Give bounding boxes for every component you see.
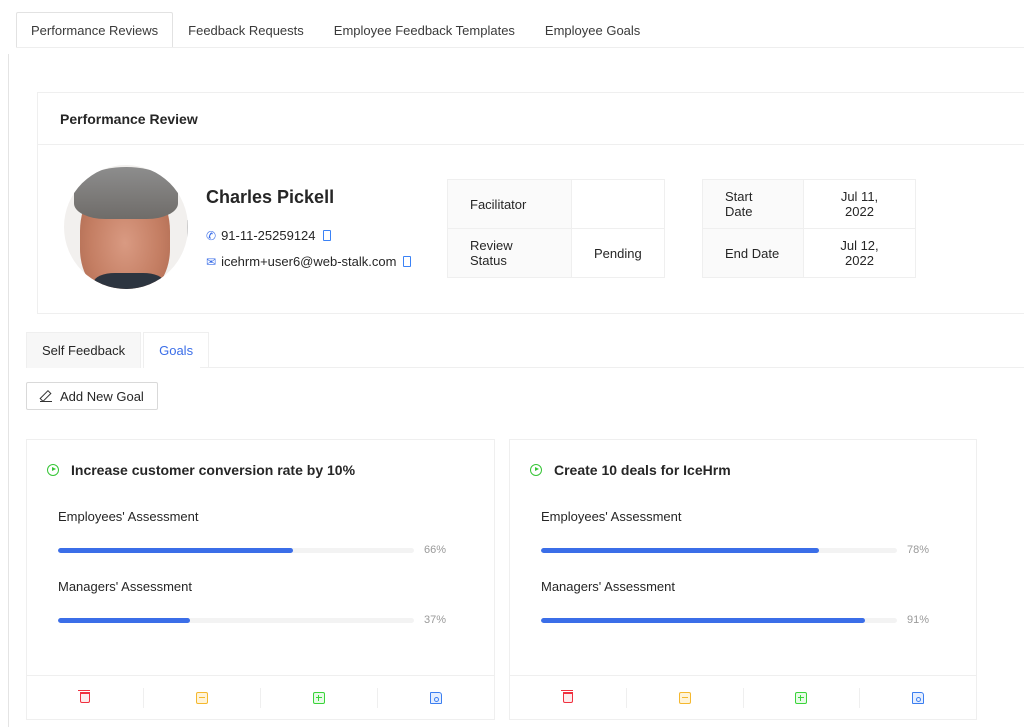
save-goal-button[interactable] — [377, 687, 494, 708]
save-icon — [912, 691, 925, 704]
goal-actions — [510, 675, 976, 719]
phone-icon: ✆ — [206, 228, 217, 243]
inner-tab-divider — [200, 367, 1024, 368]
avatar-hair — [74, 167, 178, 219]
employee-assessment-progress: 78% — [541, 544, 929, 556]
review-tabs: Self Feedback Goals — [26, 332, 211, 368]
plus-square-icon — [313, 691, 325, 704]
increase-button[interactable] — [260, 687, 377, 708]
progress-track — [58, 547, 414, 553]
manager-assessment-progress: 37% — [58, 614, 446, 626]
tab-goals[interactable]: Goals — [143, 332, 210, 368]
edit-icon — [40, 390, 52, 402]
save-goal-button[interactable] — [859, 687, 976, 708]
content-border — [8, 54, 9, 727]
delete-icon — [78, 690, 90, 703]
delete-icon — [560, 690, 573, 703]
goal-title: Create 10 deals for IceHrm — [554, 462, 731, 478]
top-tabs: Performance Reviews Feedback Requests Em… — [16, 12, 655, 48]
progress-fill — [58, 547, 293, 553]
delete-goal-button[interactable] — [510, 688, 626, 708]
goal-status-icon — [47, 464, 59, 476]
progress-fill — [541, 547, 819, 553]
start-date-value: Jul 11, 2022 — [803, 179, 916, 229]
manager-assessment-label: Managers' Assessment — [541, 579, 675, 594]
add-new-goal-label: Add New Goal — [60, 388, 144, 404]
decrease-button[interactable] — [625, 687, 743, 708]
increase-button[interactable] — [742, 687, 860, 708]
start-date-label: Start Date — [702, 179, 804, 229]
tab-self-feedback[interactable]: Self Feedback — [26, 332, 142, 368]
goal-card: Increase customer conversion rate by 10%… — [26, 439, 495, 720]
goal-card: Create 10 deals for IceHrm Employees' As… — [509, 439, 977, 720]
employee-assessment-label: Employees' Assessment — [58, 509, 199, 524]
end-date-value: Jul 12, 2022 — [803, 228, 916, 278]
goal-title-row: Create 10 deals for IceHrm — [530, 462, 731, 478]
avatar-divider — [187, 220, 188, 244]
tab-employee-feedback-templates[interactable]: Employee Feedback Templates — [319, 12, 530, 48]
avatar-shirt — [94, 273, 164, 289]
minus-square-icon — [678, 691, 691, 704]
review-status-label: Review Status — [447, 228, 572, 278]
copy-phone-icon[interactable] — [322, 230, 331, 241]
progress-fill — [58, 617, 190, 623]
goal-title-row: Increase customer conversion rate by 10% — [47, 462, 355, 478]
progress-percent: 91% — [907, 614, 930, 626]
facilitator-label: Facilitator — [447, 179, 572, 229]
manager-assessment-label: Managers' Assessment — [58, 579, 192, 594]
save-icon — [430, 691, 442, 704]
performance-review-card: Performance Review Charles Pickell ✆ 91-… — [37, 92, 1024, 314]
decrease-button[interactable] — [143, 687, 260, 708]
goal-actions — [27, 675, 494, 719]
review-status-value: Pending — [571, 228, 665, 278]
mail-icon: ✉ — [206, 254, 217, 269]
review-dates-table: Start Date Jul 11, 2022 End Date Jul 12,… — [702, 179, 916, 278]
tab-divider — [16, 47, 1024, 48]
employee-assessment-label: Employees' Assessment — [541, 509, 682, 524]
goal-title: Increase customer conversion rate by 10% — [71, 462, 356, 478]
card-title: Performance Review — [38, 93, 1024, 145]
progress-percent: 66% — [424, 544, 447, 556]
employee-phone-row: ✆ 91-11-25259124 — [206, 228, 331, 243]
tab-performance-reviews[interactable]: Performance Reviews — [16, 12, 174, 48]
facilitator-value — [571, 179, 665, 229]
manager-assessment-progress: 91% — [541, 614, 929, 626]
employee-name: Charles Pickell — [206, 187, 335, 207]
tab-feedback-requests[interactable]: Feedback Requests — [173, 12, 319, 48]
minus-square-icon — [196, 691, 208, 704]
progress-percent: 78% — [907, 544, 930, 556]
progress-track — [541, 547, 897, 553]
copy-email-icon[interactable] — [403, 256, 412, 267]
employee-phone: 91-11-25259124 — [221, 228, 316, 243]
progress-percent: 37% — [424, 614, 447, 626]
add-new-goal-button[interactable]: Add New Goal — [26, 382, 158, 410]
plus-square-icon — [795, 691, 808, 704]
review-details-table: Facilitator Review Status Pending — [447, 179, 665, 278]
goal-status-icon — [530, 464, 542, 476]
employee-email: icehrm+user6@web-stalk.com — [221, 254, 397, 269]
employee-avatar — [64, 165, 188, 289]
employee-assessment-progress: 66% — [58, 544, 446, 556]
delete-goal-button[interactable] — [27, 688, 143, 708]
progress-track — [541, 617, 897, 623]
progress-track — [58, 617, 414, 623]
employee-email-row: ✉ icehrm+user6@web-stalk.com — [206, 254, 412, 269]
tab-employee-goals[interactable]: Employee Goals — [530, 12, 655, 48]
end-date-label: End Date — [702, 228, 804, 278]
progress-fill — [541, 617, 865, 623]
